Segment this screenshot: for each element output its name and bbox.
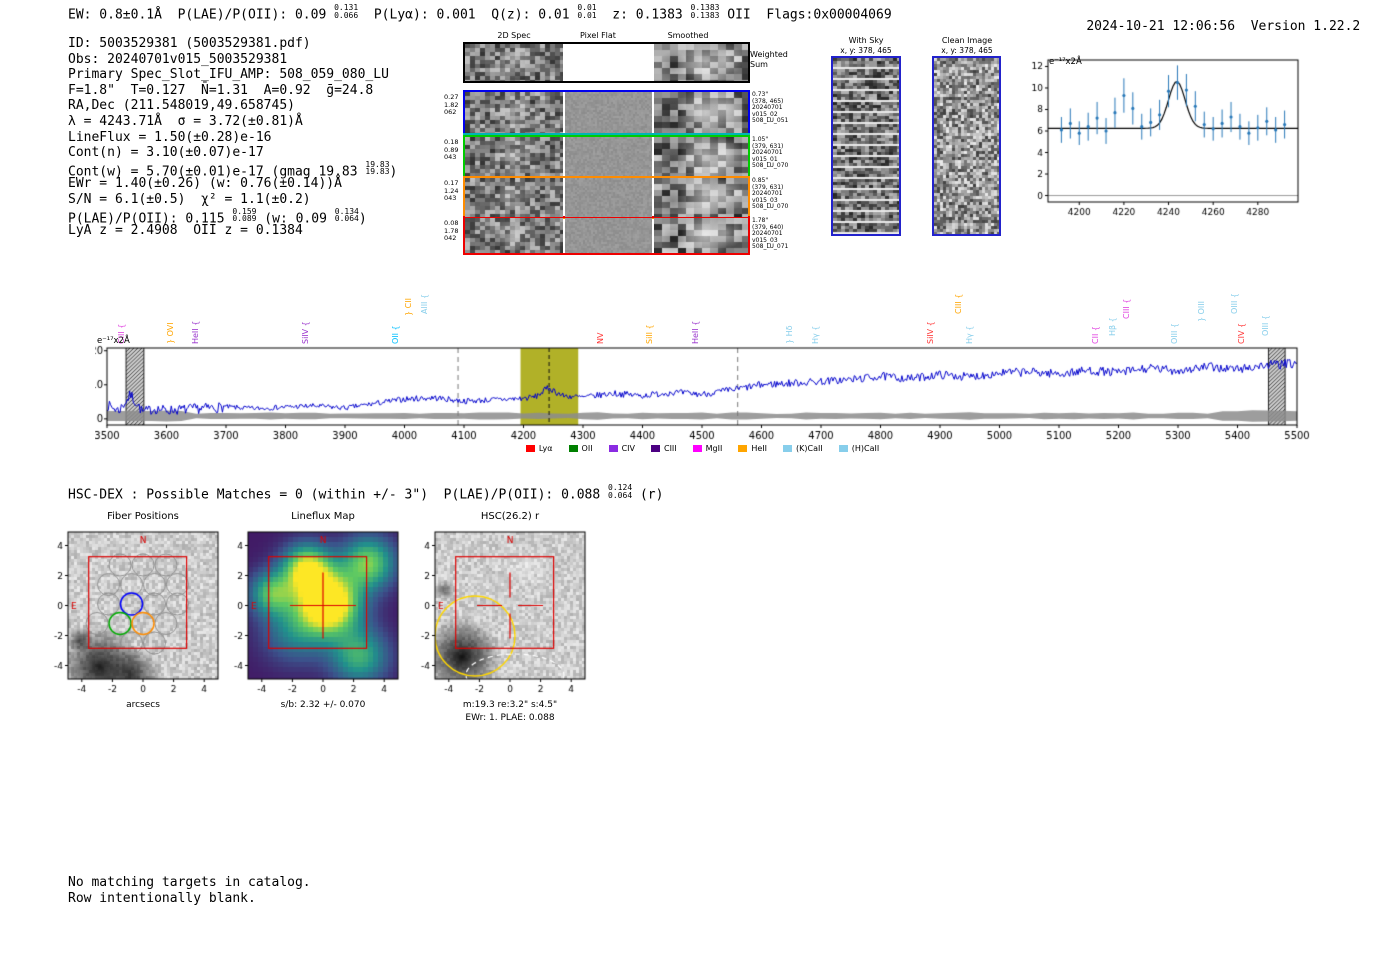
info-line: RA,Dec (211.548019,49.658745) <box>68 98 295 114</box>
line-fit-chart <box>1015 52 1315 227</box>
with-sky-coords: x, y: 378, 465 <box>840 46 892 55</box>
info-line: ID: 5003529381 (5003529381.pdf) <box>68 36 311 51</box>
fiber-positions-xlabel: arcsecs <box>126 700 160 710</box>
legend-swatch <box>838 445 848 452</box>
cutout-right-label: 0.85" (379, 631) 20240701 v015_03 508_LU… <box>752 177 789 211</box>
legend-swatch <box>608 445 618 452</box>
spectral-line-label: CIII { <box>1122 298 1132 319</box>
spectral-line-label: AlII { <box>419 293 429 314</box>
pixel-flat-image <box>565 92 652 133</box>
clean-image-title: Clean Image <box>941 36 993 45</box>
report-version: Version 1.22.2 <box>1250 19 1361 34</box>
elixer-report-page: EW: 0.8±0.1Å P(LAE)/P(OII): 0.09 0.131 0.… <box>0 0 1400 953</box>
stacked-uncertainty: 0.131 0.066 <box>334 3 359 20</box>
smoothed-image <box>654 178 748 217</box>
legend-item: Lyα <box>525 444 553 453</box>
clean-image <box>934 58 999 234</box>
header-summary-line: EW: 0.8±0.1Å P(LAE)/P(OII): 0.09 0.131 0.… <box>68 3 892 23</box>
spectral-line-label: Hβ { <box>1107 317 1117 336</box>
footer-line-1: No matching targets in catalog. <box>68 875 311 890</box>
stacked-uncertainty: 0.01 0.01 <box>577 3 597 20</box>
smoothed-image <box>654 92 748 133</box>
hsc-cutout-panel <box>407 525 607 720</box>
spectral-line-label: } OIII <box>1196 300 1206 322</box>
spectral-line-label: CIII { <box>954 293 964 314</box>
header-meta: 2024-10-21 12:06:56 Version 1.22.2 <box>1055 4 1360 49</box>
legend-swatch <box>568 445 578 452</box>
col-header-pixelflat: Pixel Flat <box>580 31 616 40</box>
cutout-right-label: 1.78" (379, 640) 20240701 v015_03 508_LU… <box>752 217 789 251</box>
legend-swatch <box>783 445 793 452</box>
info-line: Primary Spec_Slot_IFU_AMP: 508_059_080_L… <box>68 67 389 83</box>
stacked-uncertainty: 0.1383 0.1383 <box>690 3 720 20</box>
detection-info-block: ID: 5003529381 (5003529381.pdf) Obs: 2024… <box>68 36 397 239</box>
lineflux-map-panel <box>220 525 420 720</box>
pixel-flat-image <box>565 178 652 217</box>
2d-spec-image <box>465 137 563 176</box>
with-sky-title: With Sky <box>848 36 884 45</box>
info-line: Cont(n) = 3.10(±0.07)e-17 <box>68 145 264 161</box>
spectrum-units: e⁻¹⁷x2Å <box>97 336 130 346</box>
hsc-cutout-title: HSC(26.2) r <box>480 511 540 522</box>
info-line: EWr = 1.40(±0.26) (w: 0.76(±0.14))Å <box>68 176 342 192</box>
cyan-divider <box>463 133 750 135</box>
info-line: Obs: 20240701v015_5003529381 <box>68 51 288 67</box>
legend-item: (H)CaII <box>838 444 879 453</box>
clean-image-coords: x, y: 378, 465 <box>941 46 993 55</box>
legend-item: MgII <box>692 444 722 453</box>
hsc-cutout-xlabel2: EWr: 1. PLAE: 0.088 <box>465 713 555 723</box>
cutout-left-label: 0.27 1.82 062 <box>444 93 459 116</box>
col-header-smoothed: Smoothed <box>667 31 709 40</box>
legend-item: CIV <box>608 444 635 453</box>
stacked-uncertainty: 0.159 0.089 <box>232 206 257 224</box>
weighted-sum-label: Weighted Sum <box>750 50 788 69</box>
info-line: λ = 4243.71Å σ = 3.72(±0.81)Å <box>68 113 303 129</box>
report-datetime: 2024-10-21 12:06:56 <box>1086 19 1236 34</box>
legend-swatch <box>738 445 748 452</box>
legend-item: CIII <box>650 444 677 453</box>
2d-spec-image <box>465 178 563 217</box>
smoothed-image <box>654 44 748 81</box>
cutout-right-label: 0.73" (378, 465) 20240701 v015_02 508_LU… <box>752 91 789 125</box>
stacked-uncertainty: 0.134 0.064 <box>334 206 359 224</box>
legend-item: HeII <box>738 444 767 453</box>
stacked-uncertainty: 19.83 19.83 <box>365 159 390 177</box>
2d-spec-image <box>465 218 563 253</box>
legend-swatch <box>650 445 660 452</box>
pixel-flat-image <box>565 218 652 253</box>
info-line: S/N = 6.1(±0.5) χ² = 1.1(±0.2) <box>68 191 311 207</box>
smoothed-image <box>654 218 748 253</box>
spectral-line-label: } CII <box>404 298 414 316</box>
with-sky-image <box>833 58 899 234</box>
smoothed-image <box>654 137 748 176</box>
2d-spec-image <box>465 92 563 133</box>
info-line: LyA z = 2.4908 OII z = 0.1384 <box>68 223 303 239</box>
spectrum-legend: Lyα OII CIV CIII MgII HeII (K)CaII (H)CaII <box>95 444 1310 453</box>
footer-line-2: Row intentionally blank. <box>68 891 256 906</box>
legend-item: OII <box>568 444 593 453</box>
lineflux-map-xlabel: s/b: 2.32 +/- 0.070 <box>280 700 366 710</box>
info-line: Cont(w) = 5.70(±0.01)e-17 (gmag 19.83 19… <box>68 159 398 180</box>
hsc-dex-summary: HSC-DEX : Possible Matches = 0 (within +… <box>68 483 664 503</box>
legend-item: (K)CaII <box>783 444 823 453</box>
fiber-positions-title: Fiber Positions <box>107 511 179 522</box>
spectral-line-label: OIII { <box>1261 314 1271 336</box>
cutout-left-label: 0.17 1.24 043 <box>444 179 459 202</box>
cutout-left-label: 0.08 1.78 042 <box>444 219 459 242</box>
info-line: P(LAE)/P(OII): 0.115 0.159 0.089 (w: 0.09… <box>68 206 367 227</box>
lineflux-map-title: Lineflux Map <box>291 511 355 522</box>
info-line: F=1.8" T=0.127 N̄=1.31 A=0.92 ḡ=24.8 <box>68 82 374 98</box>
legend-swatch <box>525 445 535 452</box>
hsc-cutout-xlabel: m:19.3 re:3.2" s:4.5" <box>462 700 558 710</box>
2d-spec-image <box>465 44 563 81</box>
info-line: LineFlux = 1.50(±0.28)e-16 <box>68 129 272 145</box>
stacked-uncertainty: 0.124 0.064 <box>608 483 633 500</box>
fiber-positions-panel <box>40 525 240 720</box>
fit-chart-units: e⁻¹⁷x2Å <box>1049 57 1082 67</box>
cutout-left-label: 0.18 0.89 043 <box>444 138 459 161</box>
col-header-2dspec: 2D Spec <box>497 31 531 40</box>
pixel-flat-image <box>565 137 652 176</box>
cutout-right-label: 1.05" (379, 631) 20240701 v015_01 508_LU… <box>752 136 789 170</box>
legend-swatch <box>692 445 702 452</box>
